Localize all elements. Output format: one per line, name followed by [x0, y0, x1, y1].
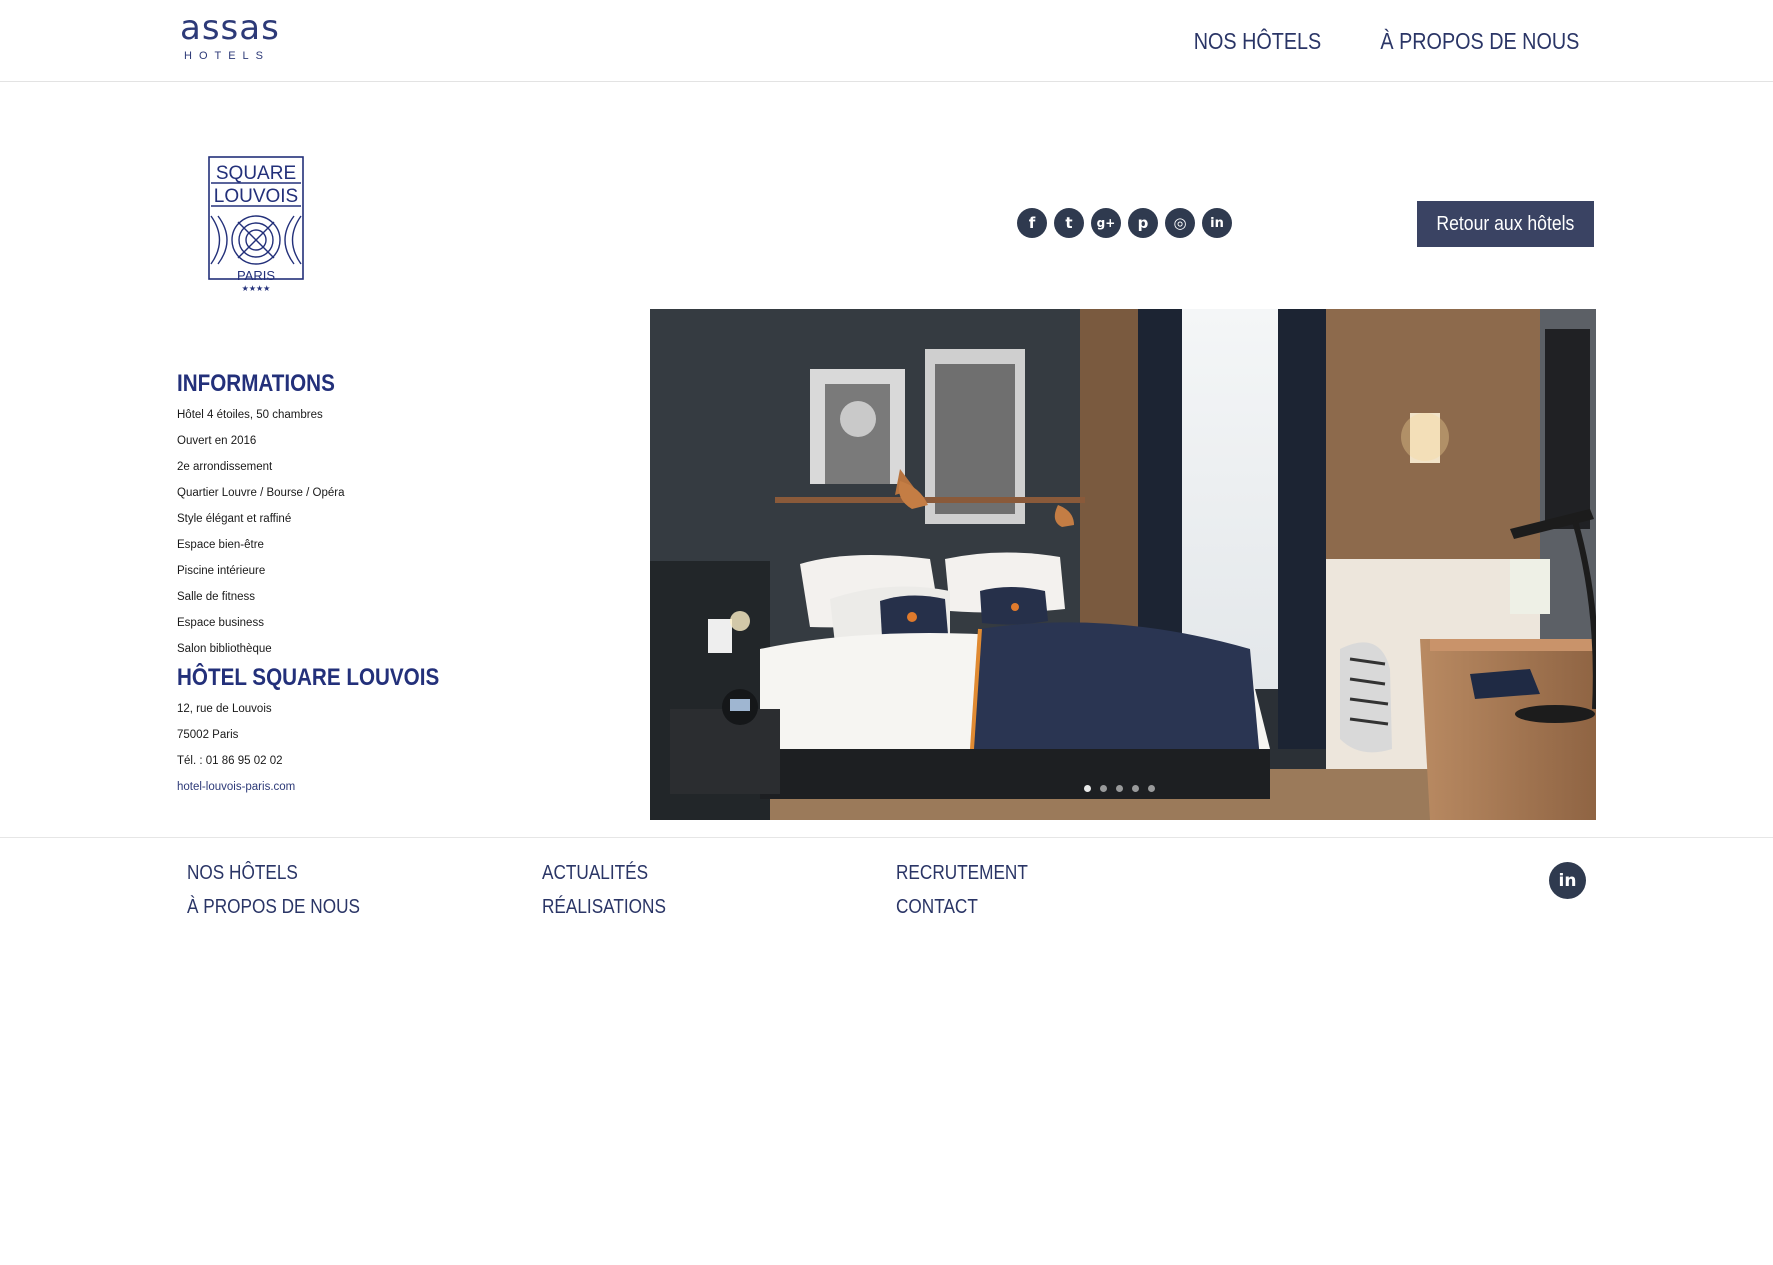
info-item: Ouvert en 2016	[177, 435, 257, 447]
info-item: Quartier Louvre / Bourse / Opéra	[177, 487, 345, 499]
informations-heading: INFORMATIONS	[177, 370, 335, 397]
hotel-logo-stars: ★★★★	[242, 284, 271, 292]
address-city: 75002 Paris	[177, 729, 239, 741]
hotel-room-photo[interactable]	[650, 309, 1596, 820]
info-item: Salon bibliothèque	[177, 643, 272, 655]
hotel-name-heading: HÔTEL SQUARE LOUVOIS	[177, 664, 440, 691]
footer-link-realisations[interactable]: RÉALISATIONS	[542, 890, 666, 924]
footer-linkedin-icon[interactable]: in	[1549, 862, 1586, 899]
footer-column-2: ACTUALITÉS RÉALISATIONS	[542, 856, 686, 924]
info-item: Style élégant et raffiné	[177, 513, 292, 525]
footer-link-actualites[interactable]: ACTUALITÉS	[542, 856, 666, 890]
logo-subtitle: HOTELS	[184, 50, 271, 62]
instagram-icon[interactable]: ◎	[1165, 208, 1195, 238]
google-plus-icon[interactable]: g+	[1091, 208, 1121, 238]
back-to-hotels-label: Retour aux hôtels	[1436, 212, 1575, 235]
info-item: Piscine intérieure	[177, 565, 266, 577]
room-illustration	[650, 309, 1596, 820]
informations-list: Hôtel 4 étoiles, 50 chambres Ouvert en 2…	[177, 402, 637, 662]
hotel-logo-city: PARIS	[237, 268, 275, 283]
square-louvois-logo: SQUARE LOUVOIS PARIS ★★★★	[208, 156, 306, 293]
info-item: Espace business	[177, 617, 264, 629]
footer-link-recrutement[interactable]: RECRUTEMENT	[896, 856, 1028, 890]
site-header: assas HOTELS NOS HÔTELS À PROPOS DE NOUS	[0, 0, 1773, 82]
address-phone: Tél. : 01 86 95 02 02	[177, 755, 283, 767]
assas-hotels-logo[interactable]: assas HOTELS	[180, 8, 284, 66]
slider-dot[interactable]	[1116, 785, 1123, 792]
back-to-hotels-button[interactable]: Retour aux hôtels	[1417, 201, 1594, 247]
logo-wordmark: assas	[180, 8, 280, 48]
info-item: Hôtel 4 étoiles, 50 chambres	[177, 409, 323, 421]
footer-link-nos-hotels[interactable]: NOS HÔTELS	[187, 856, 360, 890]
main-nav: NOS HÔTELS À PROPOS DE NOUS	[1173, 28, 1579, 55]
nav-nos-hotels[interactable]: NOS HÔTELS	[1194, 28, 1322, 55]
slider-dot[interactable]	[1132, 785, 1139, 792]
slider-dots	[1084, 785, 1155, 792]
address-street: 12, rue de Louvois	[177, 703, 272, 715]
info-item: Espace bien-être	[177, 539, 264, 551]
nav-a-propos[interactable]: À PROPOS DE NOUS	[1380, 28, 1579, 55]
address-list: 12, rue de Louvois 75002 Paris Tél. : 01…	[177, 696, 637, 800]
info-item: 2e arrondissement	[177, 461, 273, 473]
footer-link-a-propos[interactable]: À PROPOS DE NOUS	[187, 890, 360, 924]
info-item: Salle de fitness	[177, 591, 255, 603]
footer-column-1: NOS HÔTELS À PROPOS DE NOUS	[187, 856, 388, 924]
hotel-info: INFORMATIONS Hôtel 4 étoiles, 50 chambre…	[177, 370, 637, 800]
pinterest-icon[interactable]: p	[1128, 208, 1158, 238]
slider-dot[interactable]	[1100, 785, 1107, 792]
footer-link-contact[interactable]: CONTACT	[896, 890, 1028, 924]
site-footer: NOS HÔTELS À PROPOS DE NOUS ACTUALITÉS R…	[0, 837, 1773, 947]
footer-column-3: RECRUTEMENT CONTACT	[896, 856, 1049, 924]
twitter-icon[interactable]: t	[1054, 208, 1084, 238]
hotel-logo-line-1: SQUARE	[216, 163, 296, 184]
facebook-icon[interactable]: f	[1017, 208, 1047, 238]
hotel-logo-line-2: LOUVOIS	[214, 186, 298, 207]
social-icons: f t g+ p ◎ in	[1017, 208, 1232, 238]
slider-dot[interactable]	[1148, 785, 1155, 792]
slider-dot[interactable]	[1084, 785, 1091, 792]
linkedin-icon[interactable]: in	[1202, 208, 1232, 238]
website-link[interactable]: hotel-louvois-paris.com	[177, 774, 637, 800]
